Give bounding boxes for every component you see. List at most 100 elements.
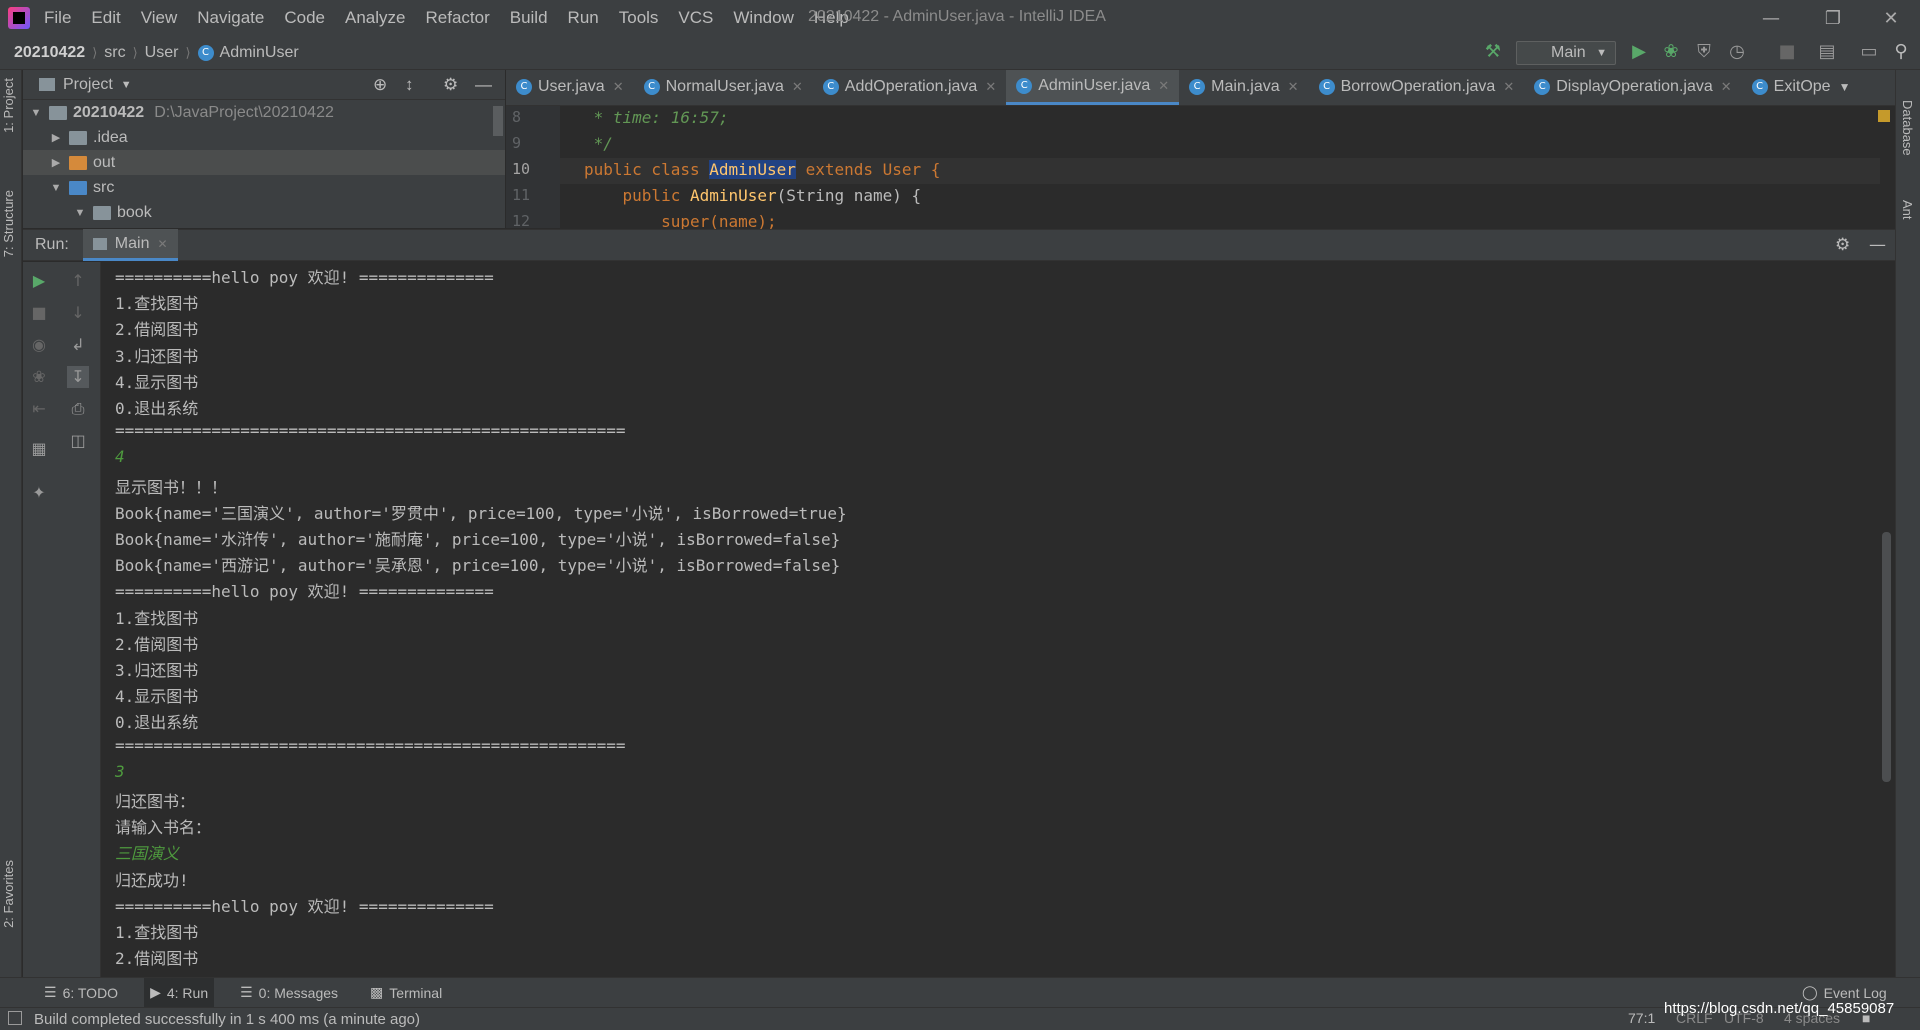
tab-displayoperation-java[interactable]: C DisplayOperation.java ✕ [1524,70,1741,105]
debug-icon[interactable]: ❀ [1660,41,1682,63]
code-line[interactable]: * time: 16:57; [584,108,729,127]
scroll-to-end-icon[interactable]: ↧ [67,366,89,388]
menu-tools[interactable]: Tools [619,8,659,28]
tab-user-java[interactable]: C User.java ✕ [506,70,634,105]
menu-build[interactable]: Build [510,8,548,28]
favorites-tool-tab[interactable]: 2: Favorites [1,860,16,928]
close-tab-icon[interactable]: ✕ [1288,79,1299,95]
tree-item-idea[interactable]: ▶ .idea [23,125,505,150]
breadcrumb-project[interactable]: 20210422 [14,44,85,62]
camera-icon[interactable]: ◉ [28,334,50,356]
rerun-icon[interactable]: ▶ [28,270,50,292]
bug-icon[interactable]: ❀ [28,366,50,388]
soft-wrap-icon[interactable]: ↲ [67,334,89,356]
locate-icon[interactable]: ⊕ [373,75,387,95]
tree-item-book[interactable]: ▼ book [23,200,505,225]
close-tab-icon[interactable]: ✕ [613,79,624,95]
minimize-icon[interactable]: — [1748,0,1794,36]
profiler-icon[interactable]: ◷ [1726,41,1748,63]
close-tab-icon[interactable]: ✕ [1503,79,1514,95]
tab-exitoperation-java[interactable]: C ExitOpe ▼ [1742,70,1861,105]
status-message[interactable]: Build completed successfully in 1 s 400 … [34,1011,420,1028]
hide-panel-icon[interactable]: — [1869,235,1886,255]
window-layout-icon[interactable]: ▭ [1858,41,1880,63]
tab-normaluser-java[interactable]: C NormalUser.java ✕ [634,70,813,105]
menu-navigate[interactable]: Navigate [197,8,264,28]
menu-edit[interactable]: Edit [91,8,120,28]
expand-arrow-icon[interactable]: ▼ [49,182,63,194]
run-config-selector[interactable]: Main ▼ [1516,41,1616,65]
chevron-down-icon[interactable]: ▼ [121,79,132,91]
terminal-tool-tab[interactable]: ▩ Terminal [364,978,448,1008]
tree-item-src[interactable]: ▼ src [23,175,505,200]
code-token: AdminUser [709,160,796,179]
arrow-up-icon[interactable]: ↑ [67,270,89,292]
build-hammer-icon[interactable]: ⚒ [1482,41,1504,63]
tab-borrowoperation-java[interactable]: C BorrowOperation.java ✕ [1309,70,1525,105]
menu-file[interactable]: File [44,8,71,28]
gear-icon[interactable]: ⚙ [1835,235,1850,255]
run-icon[interactable]: ▶ [1628,41,1650,63]
menu-refactor[interactable]: Refactor [425,8,489,28]
toggle-tool-windows-icon[interactable] [8,1011,22,1025]
menu-vcs[interactable]: VCS [678,8,713,28]
close-tab-icon[interactable]: ✕ [792,79,803,95]
menu-code[interactable]: Code [284,8,325,28]
todo-tool-tab[interactable]: ☰ 6: TODO [38,978,124,1008]
restore-icon[interactable]: ❐ [1810,0,1856,36]
collapse-all-icon[interactable]: ↕ [405,75,414,95]
console-output[interactable]: ==========hello poy 欢迎! ============== 1.… [101,262,1895,977]
code-line[interactable]: public class AdminUser extends User { [584,160,940,179]
close-tab-icon[interactable]: ✕ [1158,78,1169,94]
breadcrumb-src[interactable]: src [104,44,125,62]
run-tab-main[interactable]: Main ✕ [82,229,178,261]
ant-tool-tab[interactable]: Ant [1900,200,1915,220]
tree-item-root[interactable]: ▼ 20210422 D:\JavaProject\20210422 [23,100,505,125]
project-structure-icon[interactable]: ▤ [1816,41,1838,63]
project-scrollbar[interactable] [493,106,503,136]
stop-icon[interactable]: ■ [28,302,50,324]
pin-icon[interactable]: ✦ [28,482,50,504]
print-icon[interactable]: ⎙ [67,398,89,420]
coverage-icon[interactable]: ⛨ [1693,41,1715,63]
tab-main-java[interactable]: C Main.java ✕ [1179,70,1308,105]
chevron-down-icon[interactable]: ▼ [1839,80,1851,94]
layout-icon[interactable]: ▦ [28,438,50,460]
run-tool-tab[interactable]: ▶ 4: Run [144,977,215,1008]
warning-stripe-icon[interactable] [1878,110,1890,122]
breadcrumb-user[interactable]: User [145,44,179,62]
code-line[interactable]: public AdminUser(String name) { [584,186,922,205]
close-tab-icon[interactable]: ✕ [985,79,996,95]
tree-item-out[interactable]: ▶ out [23,150,505,175]
close-tab-icon[interactable]: ✕ [1721,79,1732,95]
tab-adminuser-java[interactable]: C AdminUser.java ✕ [1006,70,1180,105]
close-tab-icon[interactable]: ✕ [157,237,167,251]
trash-icon[interactable]: ◫ [67,430,89,452]
close-icon[interactable]: ✕ [1868,0,1914,36]
menu-view[interactable]: View [141,8,178,28]
stop-icon[interactable]: ■ [1776,41,1798,63]
expand-arrow-icon[interactable]: ▼ [73,207,87,219]
project-tool-tab[interactable]: 1: Project [1,78,16,133]
menu-window[interactable]: Window [733,8,793,28]
breadcrumb-file[interactable]: AdminUser [220,44,299,62]
console-scrollbar[interactable] [1882,532,1891,782]
expand-arrow-icon[interactable]: ▼ [29,107,43,119]
project-view-selector[interactable]: Project [63,76,113,94]
search-icon[interactable]: ⚲ [1890,41,1912,63]
right-tool-strip: Database Ant [1895,70,1920,980]
exit-icon[interactable]: ⇤ [28,398,50,420]
caret-position[interactable]: 77:1 [1628,1010,1655,1026]
gear-icon[interactable]: ⚙ [443,75,458,95]
messages-tool-tab[interactable]: ☰ 0: Messages [234,978,344,1008]
menu-run[interactable]: Run [568,8,599,28]
tab-addoperation-java[interactable]: C AddOperation.java ✕ [813,70,1006,105]
hide-panel-icon[interactable]: — [475,75,492,95]
arrow-down-icon[interactable]: ↓ [67,302,89,324]
code-line[interactable]: */ [584,134,613,153]
expand-arrow-icon[interactable]: ▶ [49,131,63,144]
expand-arrow-icon[interactable]: ▶ [49,156,63,169]
structure-tool-tab[interactable]: 7: Structure [1,190,16,257]
database-tool-tab[interactable]: Database [1900,100,1915,156]
menu-analyze[interactable]: Analyze [345,8,405,28]
